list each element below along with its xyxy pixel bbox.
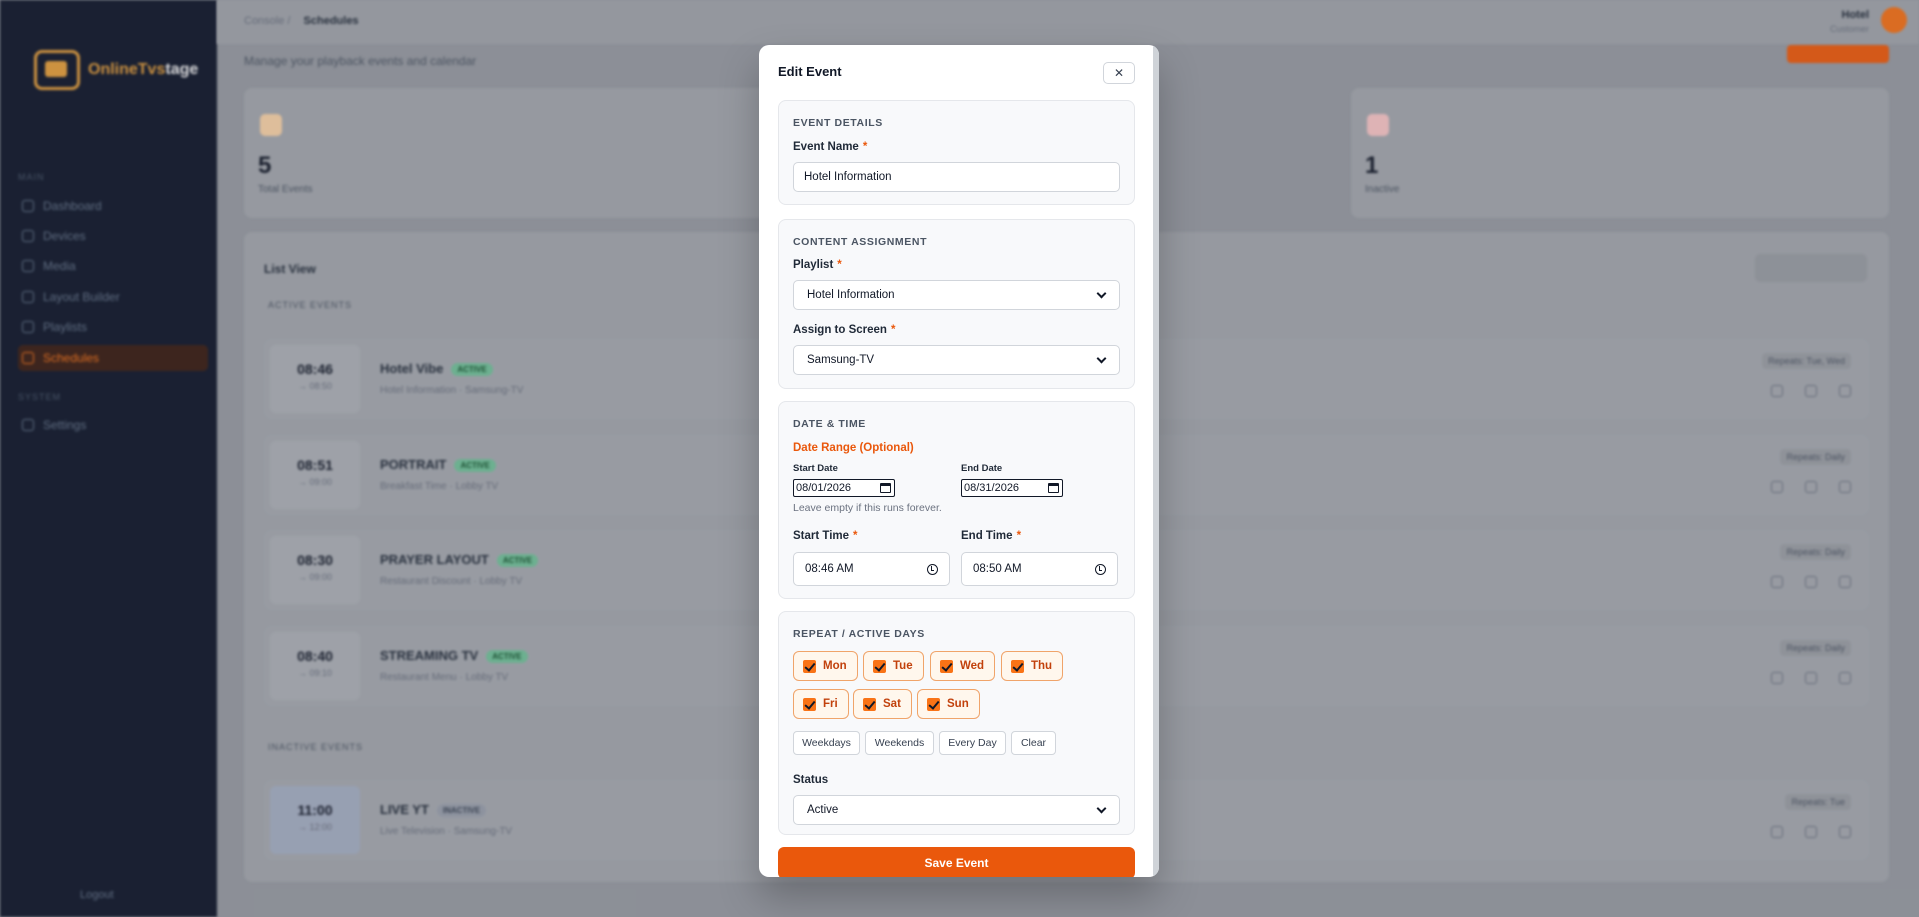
close-icon: ✕ — [1113, 66, 1125, 80]
clear-days-button[interactable]: Clear — [1011, 731, 1056, 755]
status-label: Status — [793, 774, 829, 786]
close-button[interactable]: ✕ — [1103, 62, 1135, 84]
date-time-card: DATE & TIME Date Range (Optional) Start … — [778, 401, 1135, 599]
screen-label: Assign to Screen * — [793, 324, 896, 336]
day-checkbox-sat[interactable]: Sat — [853, 689, 912, 719]
section-heading: DATE & TIME — [793, 418, 866, 430]
end-date-input[interactable]: 08/31/2026 — [961, 479, 1063, 497]
status-select[interactable]: Active — [793, 795, 1120, 825]
playlist-select[interactable]: Hotel Information — [793, 280, 1120, 310]
event-details-card: EVENT DETAILS Event Name * Hotel Informat… — [778, 100, 1135, 205]
date-range-hint: Leave empty if this runs forever. — [793, 502, 942, 514]
clock-icon[interactable] — [927, 563, 938, 575]
start-date-label: Start Date — [793, 463, 838, 474]
day-checkbox-wed[interactable]: Wed — [930, 651, 996, 681]
modal-title: Edit Event — [778, 64, 842, 79]
section-heading: CONTENT ASSIGNMENT — [793, 236, 928, 248]
every-day-button[interactable]: Every Day — [939, 731, 1006, 755]
calendar-icon[interactable] — [880, 483, 891, 493]
content-assignment-card: CONTENT ASSIGNMENT Playlist * Hotel Infor… — [778, 219, 1135, 389]
start-date-input[interactable]: 08/01/2026 — [793, 479, 895, 497]
calendar-icon[interactable] — [1048, 483, 1059, 493]
end-time-input[interactable]: 08:50 AM — [961, 552, 1118, 586]
day-checkbox-thu[interactable]: Thu — [1001, 651, 1064, 681]
repeat-days-card: REPEAT / ACTIVE DAYS Mon Tue Wed Thu Fri… — [778, 611, 1135, 835]
chevron-down-icon — [1096, 803, 1107, 813]
checkbox-checked-icon — [940, 659, 953, 673]
save-event-button[interactable]: Save Event — [778, 847, 1135, 877]
weekends-button[interactable]: Weekends — [865, 731, 934, 755]
end-time-label: End Time * — [961, 530, 1022, 542]
event-name-input[interactable]: Hotel Information — [793, 162, 1120, 192]
checkbox-checked-icon — [803, 697, 816, 711]
day-checkbox-mon[interactable]: Mon — [793, 651, 858, 681]
start-time-label: Start Time * — [793, 530, 858, 542]
weekdays-button[interactable]: Weekdays — [793, 731, 860, 755]
chevron-down-icon — [1096, 288, 1107, 298]
checkbox-checked-icon — [863, 697, 876, 711]
start-time-input[interactable]: 08:46 AM — [793, 552, 950, 586]
checkbox-checked-icon — [1011, 659, 1024, 673]
screen-select[interactable]: Samsung-TV — [793, 345, 1120, 375]
checkbox-checked-icon — [873, 659, 886, 673]
modal-scrollbar[interactable] — [1153, 45, 1159, 877]
checkbox-checked-icon — [803, 659, 816, 673]
day-checkbox-sun[interactable]: Sun — [917, 689, 980, 719]
clock-icon[interactable] — [1095, 563, 1106, 575]
event-name-label: Event Name * — [793, 141, 868, 153]
chevron-down-icon — [1096, 353, 1107, 363]
day-checkbox-tue[interactable]: Tue — [863, 651, 924, 681]
end-date-label: End Date — [961, 463, 1003, 474]
playlist-label: Playlist * — [793, 259, 842, 271]
edit-event-modal: Edit Event ✕ EVENT DETAILS Event Name * H… — [759, 45, 1159, 877]
section-heading: REPEAT / ACTIVE DAYS — [793, 628, 925, 640]
day-checkbox-fri[interactable]: Fri — [793, 689, 849, 719]
section-heading: EVENT DETAILS — [793, 117, 883, 129]
date-range-label: Date Range (Optional) — [793, 442, 914, 454]
checkbox-checked-icon — [927, 697, 940, 711]
